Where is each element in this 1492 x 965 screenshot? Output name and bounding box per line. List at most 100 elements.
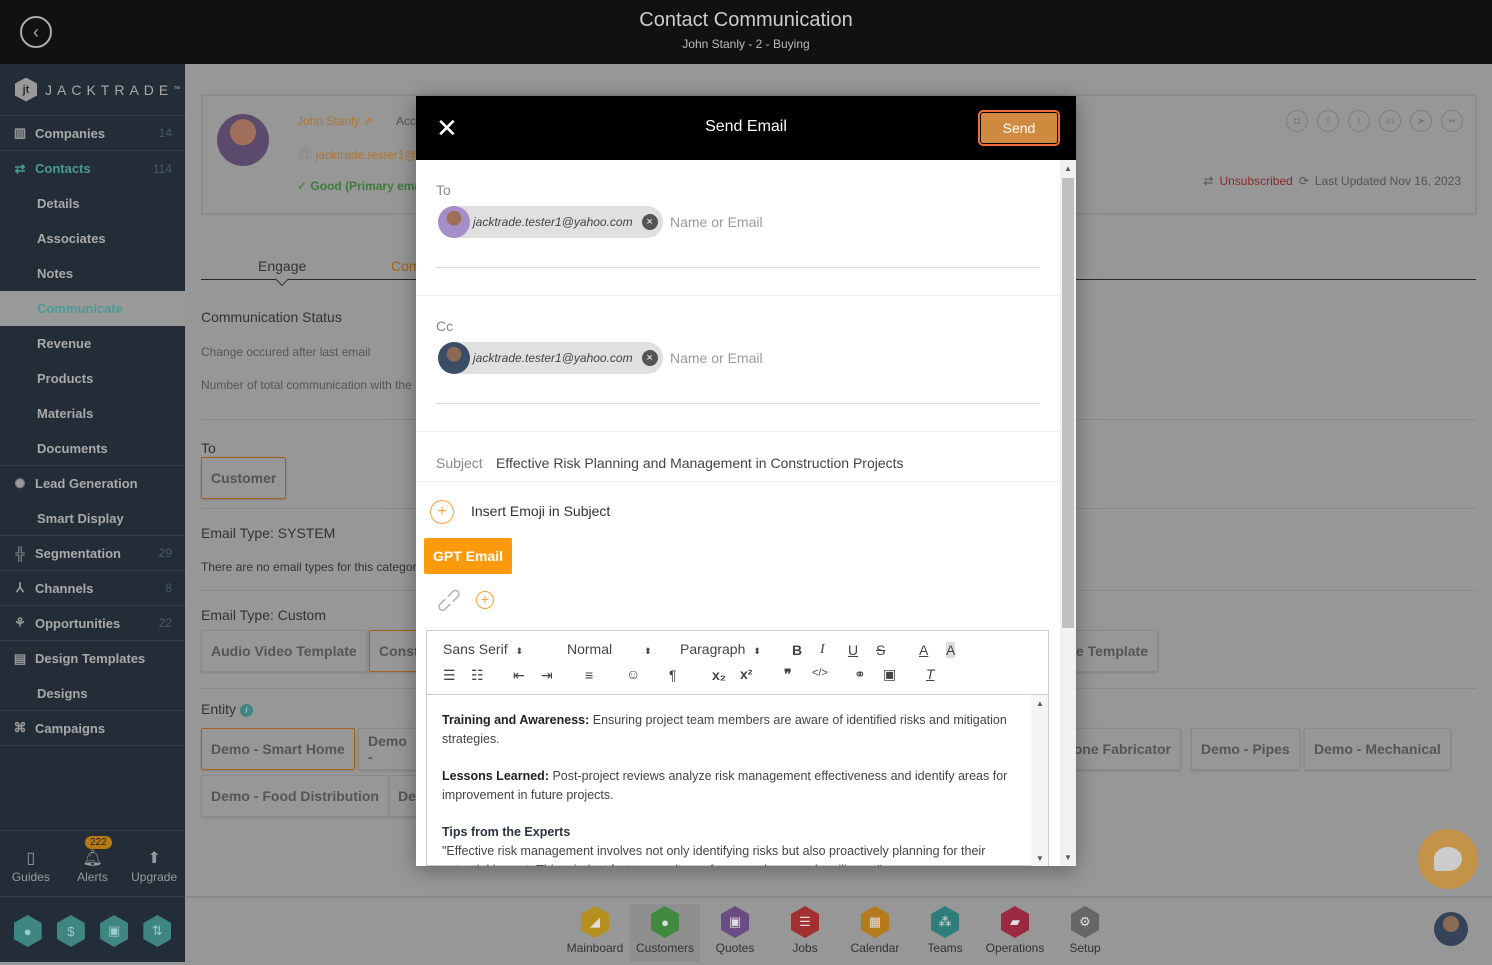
cc-input[interactable]: Name or Email	[670, 350, 763, 366]
teams-icon: ⁂	[931, 906, 959, 938]
dock-teams[interactable]: ⁂ Teams	[910, 904, 980, 962]
sidebar-item-smart-display[interactable]: Smart Display	[0, 501, 185, 536]
info-icon[interactable]: i	[239, 703, 253, 717]
building-icon: ▥	[13, 125, 27, 140]
modal-scrollbar[interactable]: ▲ ▼	[1060, 160, 1076, 866]
blockquote-icon[interactable]: ❞	[784, 666, 792, 683]
customer-chip[interactable]: Customer	[201, 457, 287, 499]
add-emoji-button[interactable]: +	[430, 500, 454, 524]
quote-text: "Effective risk management involves not …	[442, 844, 986, 866]
text-color-icon[interactable]: A	[919, 642, 928, 658]
upgrade-button[interactable]: ⬆ Upgrade	[127, 848, 182, 896]
send-button[interactable]: Send	[978, 110, 1060, 146]
background-color-icon[interactable]: A	[946, 642, 956, 658]
profile-icon[interactable]: ●	[13, 915, 42, 947]
font-select[interactable]: Sans Serif ⬍	[443, 641, 523, 657]
add-attachment-icon[interactable]: +	[476, 591, 494, 609]
sidebar-item-opportunities[interactable]: ⚘ Opportunities 22	[0, 606, 185, 641]
sidebar-item-details[interactable]: Details	[0, 186, 185, 221]
bullet-list-icon[interactable]: ☷	[471, 667, 484, 684]
image-icon[interactable]: ▣	[883, 666, 896, 683]
telegram-icon[interactable]: ➤	[1410, 110, 1432, 132]
rich-text-editor: Sans Serif ⬍ Normal ⬍ Paragraph ⬍ B I U S A…	[426, 630, 1049, 866]
ordered-list-icon[interactable]: ☰	[443, 667, 456, 684]
entity-chip[interactable]: Demo - Smart Home	[201, 728, 355, 770]
code-icon[interactable]: </>	[812, 667, 828, 679]
template-chip[interactable]: Audio Video Template	[201, 630, 367, 672]
link-icon[interactable]: ⚭	[854, 666, 866, 683]
scrollbar-thumb[interactable]	[1062, 178, 1074, 628]
emoji-icon[interactable]: ☺	[626, 666, 640, 682]
social-links: ◘ f t in ➤ ▪▪	[1286, 110, 1463, 132]
subject-input[interactable]: Effective Risk Planning and Management i…	[496, 455, 904, 471]
subscript-icon[interactable]: x₂	[712, 667, 726, 683]
chat-button[interactable]	[1418, 829, 1478, 889]
entity-chip[interactable]: Demo - Food Distribution	[201, 775, 389, 817]
sidebar-item-documents[interactable]: Documents	[0, 431, 185, 466]
sidebar-item-contacts[interactable]: ⇄ Contacts 114	[0, 151, 185, 186]
twitter-icon[interactable]: t	[1348, 110, 1370, 132]
sidebar-item-products[interactable]: Products	[0, 361, 185, 396]
entity-chip[interactable]: Demo - Pipes	[1191, 728, 1300, 770]
linkedin-icon[interactable]: in	[1379, 110, 1401, 132]
guides-button[interactable]: ▯ Guides	[3, 848, 58, 896]
editor-scrollbar[interactable]: ▲ ▼	[1031, 695, 1048, 866]
size-select[interactable]: Normal ⬍	[567, 641, 652, 657]
recipient-avatar	[438, 206, 470, 238]
sidebar-item-segmentation[interactable]: ╬ Segmentation 29	[0, 536, 185, 571]
refresh-icon[interactable]: ⟳	[1299, 174, 1309, 188]
user-avatar[interactable]	[1434, 912, 1468, 946]
to-input[interactable]: Name or Email	[670, 214, 763, 230]
apps-icon[interactable]: ▪▪	[1441, 110, 1463, 132]
sidebar-item-design-templates[interactable]: ▤ Design Templates	[0, 641, 185, 676]
dock-customers[interactable]: ● Customers	[630, 904, 700, 962]
underline-icon[interactable]: U	[848, 642, 858, 658]
remove-recipient-icon[interactable]: ×	[641, 214, 658, 230]
direction-icon[interactable]: ¶	[669, 667, 677, 683]
sidebar-item-revenue[interactable]: Revenue	[0, 326, 185, 361]
alerts-button[interactable]: 222 🔔︎ Alerts	[65, 836, 120, 896]
clear-format-icon[interactable]: T	[926, 666, 935, 682]
superscript-icon[interactable]: x²	[740, 666, 752, 682]
insert-emoji-label[interactable]: Insert Emoji in Subject	[471, 503, 610, 519]
sidebar-item-companies[interactable]: ▥ Companies 14	[0, 116, 185, 151]
dock-mainboard[interactable]: ◢ Mainboard	[560, 904, 630, 962]
sidebar-item-materials[interactable]: Materials	[0, 396, 185, 431]
strike-icon[interactable]: S	[876, 642, 885, 658]
to-recipient-chip: jacktrade.tester1@yahoo.com ×	[438, 206, 663, 238]
bold-icon[interactable]: B	[792, 642, 802, 658]
editor-content[interactable]: Training and Awareness: Ensuring project…	[427, 695, 1032, 866]
customer-icon: ●	[651, 906, 679, 938]
italic-icon[interactable]: I	[820, 642, 825, 658]
remove-recipient-icon[interactable]: ×	[641, 350, 658, 366]
workflow-icon[interactable]: ⇅	[143, 915, 172, 947]
logo-icon: jt	[15, 77, 37, 102]
sidebar-item-communicate[interactable]: Communicate	[0, 291, 185, 326]
entity-chip[interactable]: Demo - Mechanical	[1304, 728, 1451, 770]
align-icon[interactable]: ≡	[585, 667, 593, 683]
dock-operations[interactable]: ▰ Operations	[980, 904, 1050, 962]
unsubscribed-status[interactable]: Unsubscribed	[1219, 174, 1292, 188]
sidebar-item-notes[interactable]: Notes	[0, 256, 185, 291]
outdent-icon[interactable]: ⇤	[513, 667, 525, 684]
dollar-icon[interactable]: $	[56, 915, 85, 947]
facebook-icon[interactable]: f	[1317, 110, 1339, 132]
sidebar-item-associates[interactable]: Associates	[0, 221, 185, 256]
sidebar-item-lead-generation[interactable]: ✺ Lead Generation	[0, 466, 185, 501]
entity-chip[interactable]: Demo -	[358, 728, 418, 770]
dock-calendar[interactable]: ▦ Calendar	[840, 904, 910, 962]
dock-quotes[interactable]: ▣ Quotes	[700, 904, 770, 962]
share-icon: ⇗	[363, 114, 374, 128]
instagram-icon[interactable]: ◘	[1286, 110, 1308, 132]
contact-name[interactable]: John Stanly ⇗	[297, 114, 373, 128]
billing-icon[interactable]: ▣	[100, 915, 129, 947]
sidebar-item-campaigns[interactable]: ⌘ Campaigns	[0, 711, 185, 746]
sidebar-item-channels[interactable]: ⅄ Channels 8	[0, 571, 185, 606]
gpt-email-button[interactable]: GPT Email	[424, 538, 512, 574]
attachment-icon[interactable]: ⊂⊃	[431, 582, 467, 618]
format-select[interactable]: Paragraph ⬍	[680, 641, 761, 657]
dock-jobs[interactable]: ☰ Jobs	[770, 904, 840, 962]
indent-icon[interactable]: ⇥	[541, 667, 553, 684]
dock-setup[interactable]: ⚙ Setup	[1050, 904, 1120, 962]
sidebar-item-designs[interactable]: Designs	[0, 676, 185, 711]
